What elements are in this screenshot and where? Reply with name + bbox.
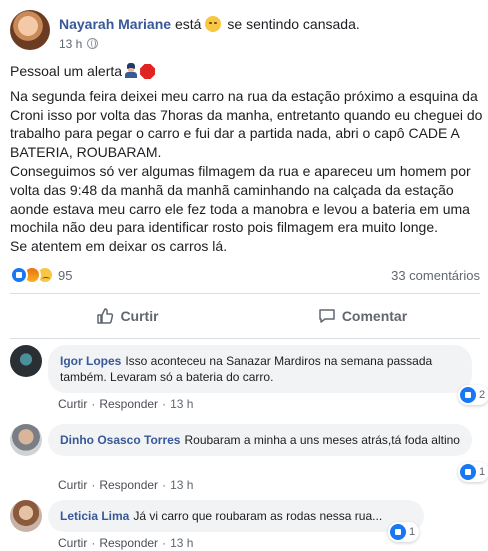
like-button[interactable]: Curtir: [10, 294, 245, 338]
commenter-avatar[interactable]: [10, 500, 42, 532]
comment-reply-link[interactable]: Responder: [99, 478, 158, 492]
tired-face-icon: [205, 16, 222, 32]
separator: ·: [91, 478, 96, 492]
comment-bubble: Dinho Osasco Torres Roubaram a minha a un…: [48, 424, 472, 456]
separator: ·: [91, 536, 96, 550]
feeling-prefix: está: [174, 16, 202, 32]
thumbs-up-icon: [97, 308, 114, 324]
comment-time[interactable]: 13 h: [170, 536, 193, 550]
like-reaction-icon: [460, 387, 476, 403]
commenter-name[interactable]: Leticia Lima: [60, 509, 129, 523]
comment-reply-link[interactable]: Responder: [99, 536, 158, 550]
comment-button[interactable]: Comentar: [245, 294, 480, 338]
separator: ·: [162, 478, 167, 492]
post-header: Nayarah Mariane está se sentindo cansada.…: [10, 10, 480, 54]
separator: ·: [162, 397, 167, 411]
separator: ·: [162, 536, 167, 550]
comment-item: Igor Lopes Isso aconteceu na Sanazar Mard…: [10, 345, 488, 415]
comment-bubble: Leticia Lima Já vi carro que roubaram as …: [48, 500, 424, 532]
like-reaction-icon: [460, 464, 476, 480]
feeling-text: se sentindo cansada.: [227, 16, 360, 32]
comment-text: Já vi carro que roubaram as rodas nessa …: [133, 509, 383, 523]
comment-like-count: 1: [479, 466, 486, 478]
police-officer-icon: [125, 63, 138, 78]
comment-actions: Curtir · Responder · 13 h: [58, 536, 193, 550]
comment-like-badge[interactable]: 1: [388, 522, 420, 542]
separator: ·: [91, 397, 96, 411]
post-alert-text: Pessoal um alerta: [10, 63, 123, 79]
comment-like-link[interactable]: Curtir: [58, 397, 87, 411]
comment-time[interactable]: 13 h: [170, 397, 193, 411]
commenter-avatar[interactable]: [10, 345, 42, 377]
author-avatar[interactable]: [10, 10, 50, 50]
reactions-bar: 95 33 comentários: [10, 266, 480, 286]
commenter-name[interactable]: Igor Lopes: [60, 354, 121, 368]
like-reaction-icon[interactable]: [10, 266, 28, 284]
comment-text: Roubaram a minha a uns meses atrás,tá fo…: [184, 433, 460, 447]
post-time[interactable]: 13 h: [59, 37, 82, 51]
post-header-line: Nayarah Mariane está se sentindo cansada.: [59, 16, 360, 32]
comment-like-count: 1: [409, 526, 416, 538]
comment-actions: Curtir · Responder · 13 h: [58, 397, 193, 411]
post-paragraph: Na segunda feira deixei meu carro na rua…: [10, 87, 483, 161]
comment-bubble: Igor Lopes Isso aconteceu na Sanazar Mard…: [48, 345, 472, 393]
comments-count[interactable]: 33 comentários: [391, 268, 480, 283]
comment-like-badge[interactable]: 2: [458, 385, 488, 405]
author-name[interactable]: Nayarah Mariane: [59, 16, 171, 32]
post-paragraph: Se atentem em deixar os carros lá.: [10, 238, 228, 255]
comment-bubble-icon: [319, 309, 335, 323]
post-paragraph: Conseguimos só ver algumas filmagem da r…: [10, 162, 471, 236]
comment-item: Leticia Lima Já vi carro que roubaram as …: [10, 500, 486, 550]
comment-button-label: Comentar: [341, 308, 408, 324]
comment-item: Dinho Osasco Torres Roubaram a minha a un…: [10, 424, 488, 494]
reactions-count[interactable]: 95: [58, 268, 72, 283]
like-reaction-icon: [390, 524, 406, 540]
like-button-label: Curtir: [120, 308, 159, 324]
post-alert-line: Pessoal um alerta: [10, 62, 486, 81]
stop-sign-icon: [140, 64, 156, 79]
commenter-name[interactable]: Dinho Osasco Torres: [60, 433, 180, 447]
divider: [10, 338, 480, 339]
comment-like-badge[interactable]: 1: [458, 462, 488, 482]
comment-actions: Curtir · Responder · 13 h: [58, 478, 193, 492]
post-actions: Curtir Comentar: [10, 294, 480, 338]
commenter-avatar[interactable]: [10, 424, 42, 456]
comment-like-count: 2: [479, 389, 486, 401]
comment-like-link[interactable]: Curtir: [58, 478, 87, 492]
post-meta: 13 h: [59, 37, 99, 51]
comment-reply-link[interactable]: Responder: [99, 397, 158, 411]
comment-like-link[interactable]: Curtir: [58, 536, 87, 550]
comment-time[interactable]: 13 h: [170, 478, 193, 492]
post-body: Pessoal um alerta Na segunda feira deixe…: [10, 62, 486, 256]
globe-icon[interactable]: [87, 38, 99, 49]
